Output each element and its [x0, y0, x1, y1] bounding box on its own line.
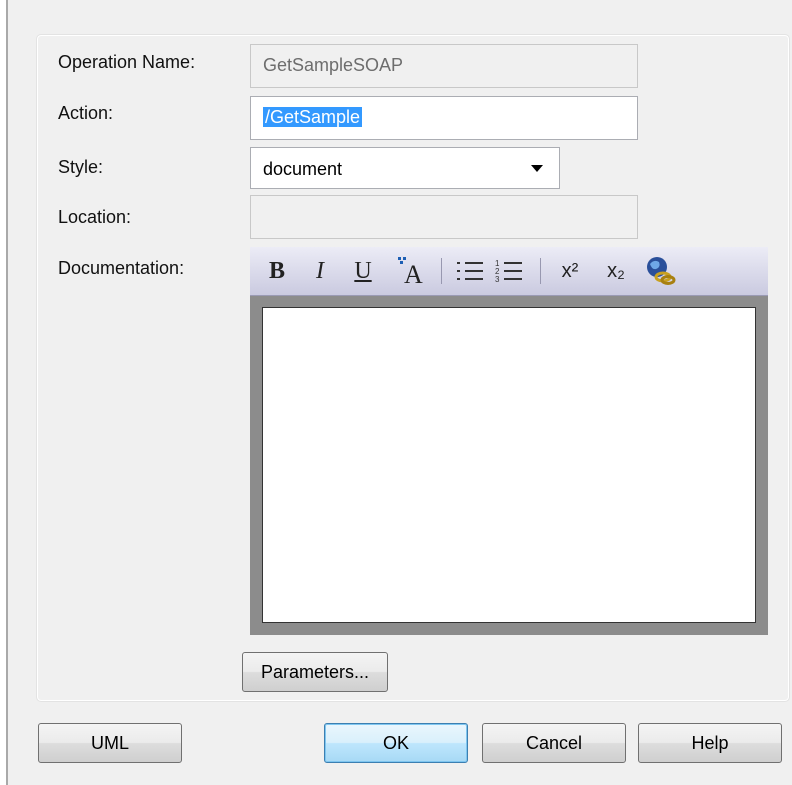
operation-name-field[interactable]: GetSampleSOAP [250, 44, 638, 88]
underline-icon[interactable]: U [350, 255, 376, 287]
style-label: Style: [58, 157, 104, 177]
font-color-glyph: A [404, 260, 423, 287]
action-field-value: /GetSample [263, 107, 363, 127]
help-button[interactable]: Help [638, 723, 782, 763]
documentation-text-area[interactable] [262, 307, 756, 623]
style-dropdown-value: document [263, 159, 343, 179]
style-dropdown[interactable]: document [250, 147, 560, 189]
superscript-icon[interactable]: x² [554, 255, 586, 287]
numbered-list-icon[interactable]: 123 [494, 255, 524, 287]
svg-text:3: 3 [495, 275, 500, 284]
operation-name-label: Operation Name: [58, 52, 196, 72]
documentation-editor: B I U A 1 2 3 x² x₂ [250, 247, 768, 635]
operation-dialog: Operation Name: GetSampleSOAP Action: /G… [6, 0, 792, 785]
documentation-label: Documentation: [58, 258, 185, 278]
hyperlink-icon[interactable] [644, 255, 676, 287]
italic-icon[interactable]: I [308, 255, 332, 287]
editor-toolbar: B I U A 1 2 3 x² x₂ [250, 247, 768, 296]
location-field[interactable] [250, 195, 638, 239]
cancel-button[interactable]: Cancel [482, 723, 626, 763]
bold-icon[interactable]: B [264, 255, 290, 287]
bullet-list-icon[interactable] [455, 255, 485, 287]
uml-button[interactable]: UML [38, 723, 182, 763]
action-label: Action: [58, 103, 114, 123]
location-label: Location: [58, 207, 132, 227]
font-color-icon[interactable]: A [394, 255, 434, 289]
action-field[interactable]: /GetSample [250, 96, 638, 140]
parameters-button[interactable]: Parameters... [242, 652, 388, 692]
subscript-icon[interactable]: x₂ [600, 255, 632, 287]
toolbar-separator [441, 258, 442, 284]
chevron-down-icon[interactable] [531, 165, 543, 172]
toolbar-separator [540, 258, 541, 284]
ok-button[interactable]: OK [324, 723, 468, 763]
